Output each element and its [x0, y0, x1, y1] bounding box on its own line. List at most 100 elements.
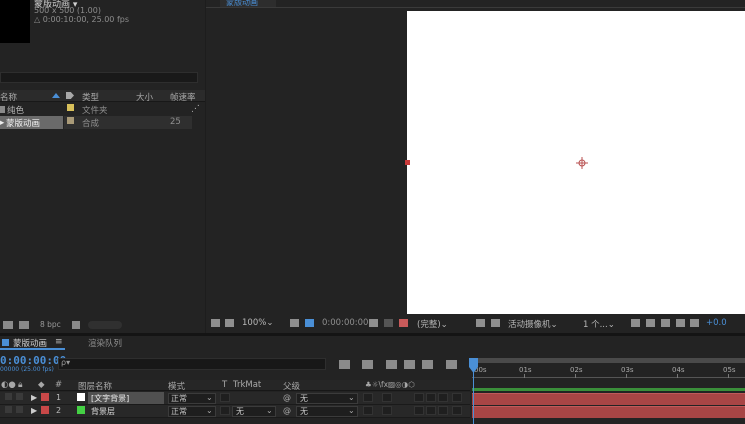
resolution-dropdown[interactable]: (完整)	[417, 318, 448, 330]
adjustment-switch[interactable]	[438, 406, 448, 415]
bit-depth-button[interactable]: 8 bpc	[40, 320, 61, 329]
project-item-comp[interactable]: ▸ 蒙版动画 合成 25	[0, 116, 205, 129]
expand-arrow-icon[interactable]: ▶	[31, 393, 37, 402]
column-mode[interactable]: 模式	[168, 380, 185, 392]
viewer-timecode[interactable]: 0:00:00:00	[322, 318, 368, 328]
close-tab-icon[interactable]	[2, 339, 9, 346]
graph-editor-icon[interactable]	[446, 360, 457, 369]
grid-guides-icon[interactable]	[631, 319, 640, 327]
flowchart-icon[interactable]	[676, 319, 685, 327]
video-toggle[interactable]	[5, 406, 12, 413]
layer-bar-2[interactable]	[472, 406, 745, 418]
draft-3d-icon[interactable]	[362, 360, 373, 369]
trash-icon[interactable]	[72, 321, 80, 329]
snapshot-icon[interactable]	[384, 319, 393, 327]
column-trkmat[interactable]: TrkMat	[233, 380, 261, 390]
sort-arrow-icon[interactable]	[52, 93, 60, 98]
transparency-grid-icon[interactable]	[476, 319, 485, 327]
chevron-down-icon[interactable]: ⌄	[266, 406, 273, 415]
3d-switch[interactable]	[452, 406, 462, 415]
adjustment-switch[interactable]	[438, 393, 448, 402]
zoom-dropdown[interactable]: 100%	[242, 318, 273, 328]
frame-blend-switch[interactable]	[414, 393, 424, 402]
chevron-down-icon[interactable]: ⌄	[348, 406, 355, 415]
project-item-folder[interactable]: 纯色 文件夹 ⋰	[0, 103, 205, 116]
shy-switch[interactable]	[363, 406, 373, 415]
quality-switch[interactable]	[382, 406, 392, 415]
motion-blur-switch[interactable]	[426, 393, 436, 402]
column-size[interactable]: 大小	[136, 91, 153, 103]
work-area-bar[interactable]	[472, 388, 745, 391]
new-folder-icon[interactable]	[19, 321, 29, 329]
frame-blending-icon[interactable]	[404, 360, 415, 369]
layer-bar-1[interactable]	[472, 393, 745, 405]
frame-blend-switch[interactable]	[414, 406, 424, 415]
display-icon[interactable]	[225, 319, 234, 327]
interpret-footage-icon[interactable]	[3, 321, 13, 329]
pickwhip-icon[interactable]: @	[283, 393, 291, 402]
pickwhip-icon[interactable]: @	[283, 406, 291, 415]
shy-switch[interactable]	[363, 393, 373, 402]
column-framerate[interactable]: 帧速率	[170, 91, 196, 103]
column-parent[interactable]: 父级	[283, 380, 300, 392]
ruler-baseline	[472, 377, 745, 378]
layer-switches-icon[interactable]: ♣☼\fx▨◎◑⬡	[365, 380, 415, 389]
chevron-down-icon[interactable]: ⌄	[206, 393, 213, 402]
video-toggle[interactable]	[5, 393, 12, 400]
mask-visibility-icon[interactable]	[491, 319, 500, 327]
label-chip[interactable]	[67, 117, 74, 124]
3d-view-icon[interactable]	[646, 319, 655, 327]
project-comp-duration: △ 0:00:10:00, 25.00 fps	[34, 15, 130, 24]
reset-icon[interactable]	[661, 319, 670, 327]
playhead-icon[interactable]	[469, 358, 478, 373]
exposure-icon[interactable]	[690, 319, 699, 327]
layer-name[interactable]: [文字背景]	[91, 393, 129, 404]
camera-icon[interactable]	[369, 319, 378, 327]
layer-name[interactable]: 背景层	[91, 406, 115, 417]
motion-blur-icon[interactable]	[422, 360, 433, 369]
shy-layers-icon[interactable]	[386, 360, 397, 369]
column-name[interactable]: 名称	[0, 91, 17, 103]
render-queue-tab[interactable]: 渲染队列	[88, 337, 122, 349]
anchor-point-icon[interactable]	[576, 157, 588, 169]
label-tag-icon[interactable]	[66, 92, 74, 99]
project-search-input[interactable]	[0, 72, 198, 83]
lock-icon[interactable]: 🔒︎	[18, 380, 23, 390]
thumbnail-size-slider[interactable]	[88, 321, 122, 329]
always-preview-icon[interactable]	[211, 319, 220, 327]
label-tag-icon[interactable]: ◆	[38, 380, 45, 390]
color-channel-icon[interactable]	[399, 319, 408, 327]
av-switches-icon[interactable]: ◐●	[1, 380, 16, 390]
motion-blur-switch[interactable]	[426, 406, 436, 415]
layer-row-2[interactable]: ▶ 2 背景层 正常 ⌄ 无 ⌄ @ 无 ⌄	[0, 405, 470, 418]
chevron-down-icon[interactable]: ⌄	[206, 406, 213, 415]
expand-arrow-icon[interactable]: ▶	[31, 406, 37, 415]
layer-row-1[interactable]: ▶ 1 [文字背景] 正常 ⌄ @ 无 ⌄	[0, 392, 470, 405]
views-dropdown[interactable]: 1 个...	[583, 318, 615, 330]
quality-switch[interactable]	[382, 393, 392, 402]
region-of-interest-icon[interactable]	[305, 319, 314, 327]
solo-toggle[interactable]	[16, 406, 23, 413]
preserve-transparency-toggle[interactable]	[220, 393, 230, 402]
solo-toggle[interactable]	[16, 393, 23, 400]
column-layer-name[interactable]: 图层名称	[78, 380, 112, 392]
preserve-transparency-toggle[interactable]	[220, 406, 230, 415]
time-navigator-bar[interactable]	[472, 358, 745, 363]
label-chip[interactable]	[67, 104, 74, 111]
column-type[interactable]: 类型	[82, 91, 99, 103]
trkmat-value: 无	[236, 407, 244, 416]
flowchart-icon[interactable]: ⋰	[191, 104, 200, 114]
3d-switch[interactable]	[452, 393, 462, 402]
tab-menu-icon[interactable]: ≡	[55, 337, 63, 347]
label-color[interactable]	[41, 406, 49, 414]
layer-search-input[interactable]	[58, 358, 326, 370]
chevron-down-icon[interactable]: ⌄	[348, 393, 355, 402]
camera-dropdown[interactable]: 活动摄像机	[508, 318, 558, 330]
timeline-tab-label[interactable]: 蒙版动画	[13, 337, 47, 349]
composition-mini-flowchart-icon[interactable]	[339, 360, 350, 369]
label-color[interactable]	[41, 393, 49, 401]
exposure-value[interactable]: +0.0	[706, 318, 727, 328]
layer-handle[interactable]	[405, 160, 410, 165]
fit-icon[interactable]	[290, 319, 299, 327]
search-icon: ρ▾	[61, 358, 71, 367]
